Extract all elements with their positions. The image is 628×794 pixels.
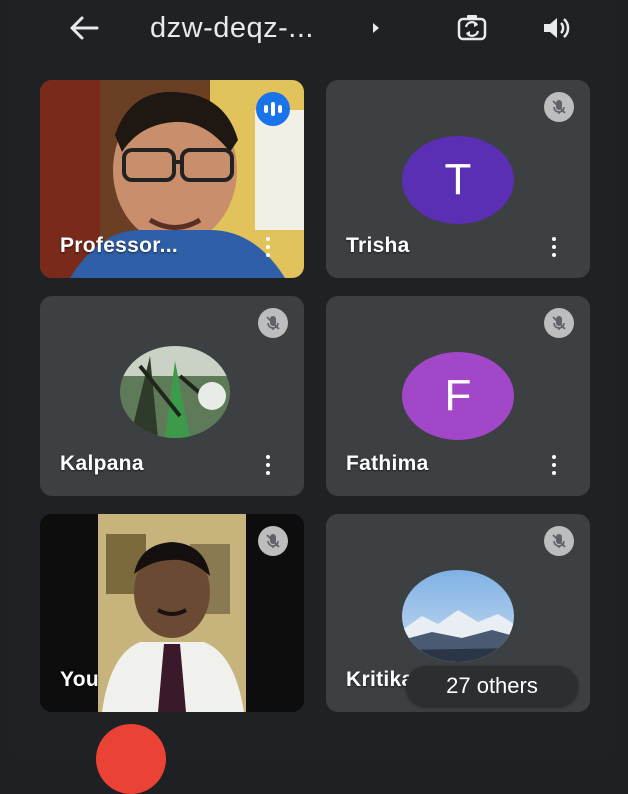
meeting-info-caret[interactable] [366,18,386,38]
more-options-button[interactable] [544,232,564,262]
mic-off-icon [258,308,288,338]
participant-name: Fathima [346,452,429,475]
mic-off-icon [544,308,574,338]
avatar: F [402,352,514,440]
participant-name: Trisha [346,234,410,257]
participant-name: Professor... [60,234,178,257]
meeting-code[interactable]: dzw-deqz-... [150,10,360,46]
avatar [402,570,514,662]
switch-camera-button[interactable] [450,8,494,48]
end-call-button[interactable] [96,724,166,794]
avatar: T [402,136,514,224]
avatar [120,346,230,438]
others-count-chip[interactable]: 27 others [406,666,578,706]
participant-name: Kalpana [60,452,144,475]
participant-tile[interactable]: You [40,514,304,712]
more-options-button[interactable] [258,450,278,480]
speaker-button[interactable] [534,8,578,48]
mic-off-icon [544,92,574,122]
mic-off-icon [544,526,574,556]
participant-tile[interactable]: Kritika 27 others [326,514,590,712]
more-options-button[interactable] [544,450,564,480]
caret-right-icon [373,23,379,33]
participant-name: Kritika [346,668,414,691]
back-button[interactable] [62,8,106,48]
participant-tile[interactable]: F Fathima [326,296,590,496]
arrow-left-icon [70,16,99,40]
top-bar: dzw-deqz-... [10,0,614,58]
speaking-indicator [256,92,290,126]
participant-name: You [60,668,100,691]
participant-tile[interactable]: Kalpana [40,296,304,496]
participant-tile[interactable]: Professor... [40,80,304,278]
speaker-icon [544,18,570,38]
switch-camera-icon [457,15,487,41]
meeting-screen: dzw-deqz-... Professor... T Trisha Kalpa… [10,0,614,794]
mic-off-icon [258,526,288,556]
more-options-button[interactable] [258,232,278,262]
participant-tile[interactable]: T Trisha [326,80,590,278]
